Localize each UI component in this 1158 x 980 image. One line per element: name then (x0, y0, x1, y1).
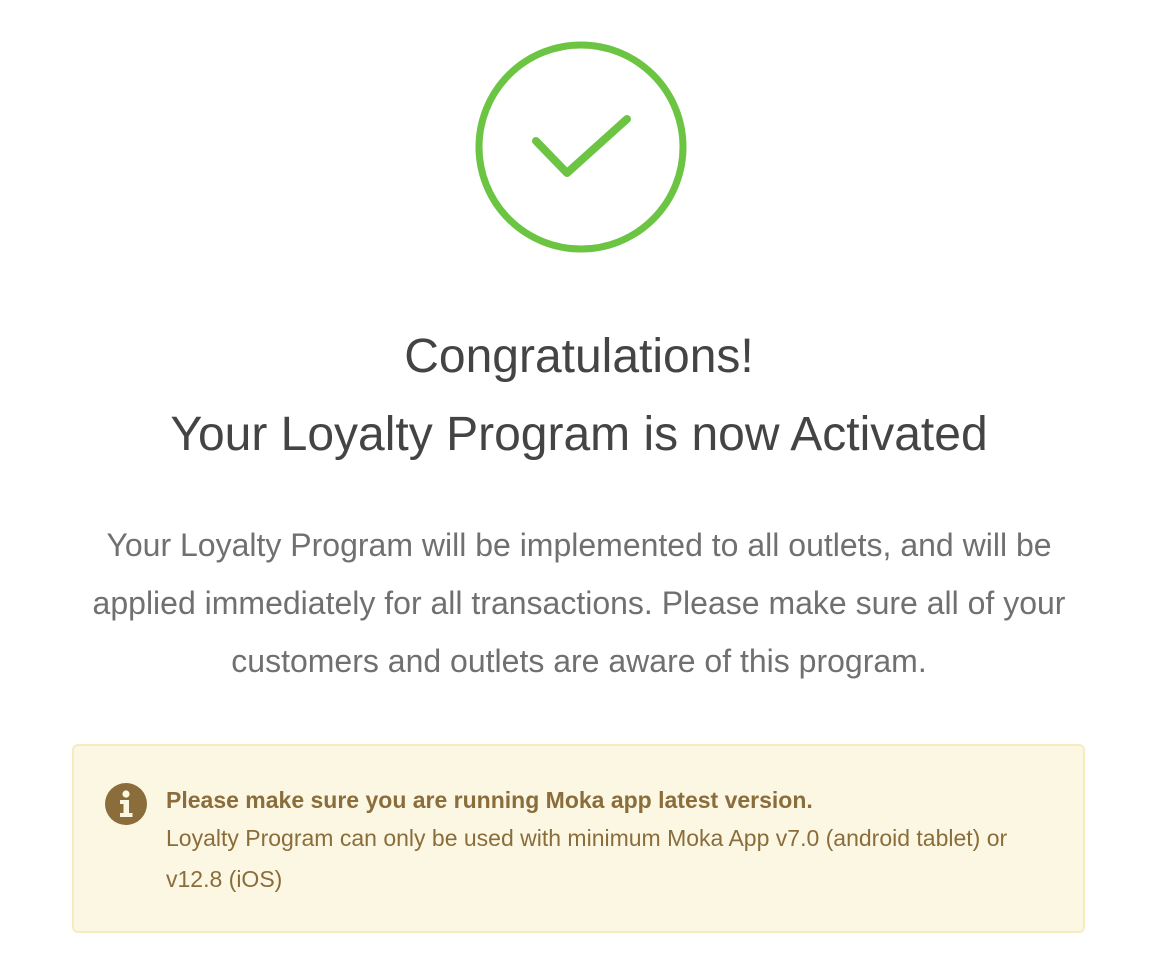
description-text: Your Loyalty Program will be implemented… (92, 527, 1066, 679)
congratulations-heading: Congratulations! (404, 330, 754, 383)
activated-heading: Your Loyalty Program is now Activated (170, 408, 988, 461)
alert-content: Please make sure you are running Moka ap… (166, 782, 1066, 900)
success-checkmark-icon (474, 40, 688, 254)
info-icon (105, 783, 147, 825)
alert-body: Loyalty Program can only be used with mi… (166, 825, 1008, 892)
alert-title: Please make sure you are running Moka ap… (166, 787, 813, 813)
version-warning-alert: Please make sure you are running Moka ap… (72, 744, 1085, 933)
